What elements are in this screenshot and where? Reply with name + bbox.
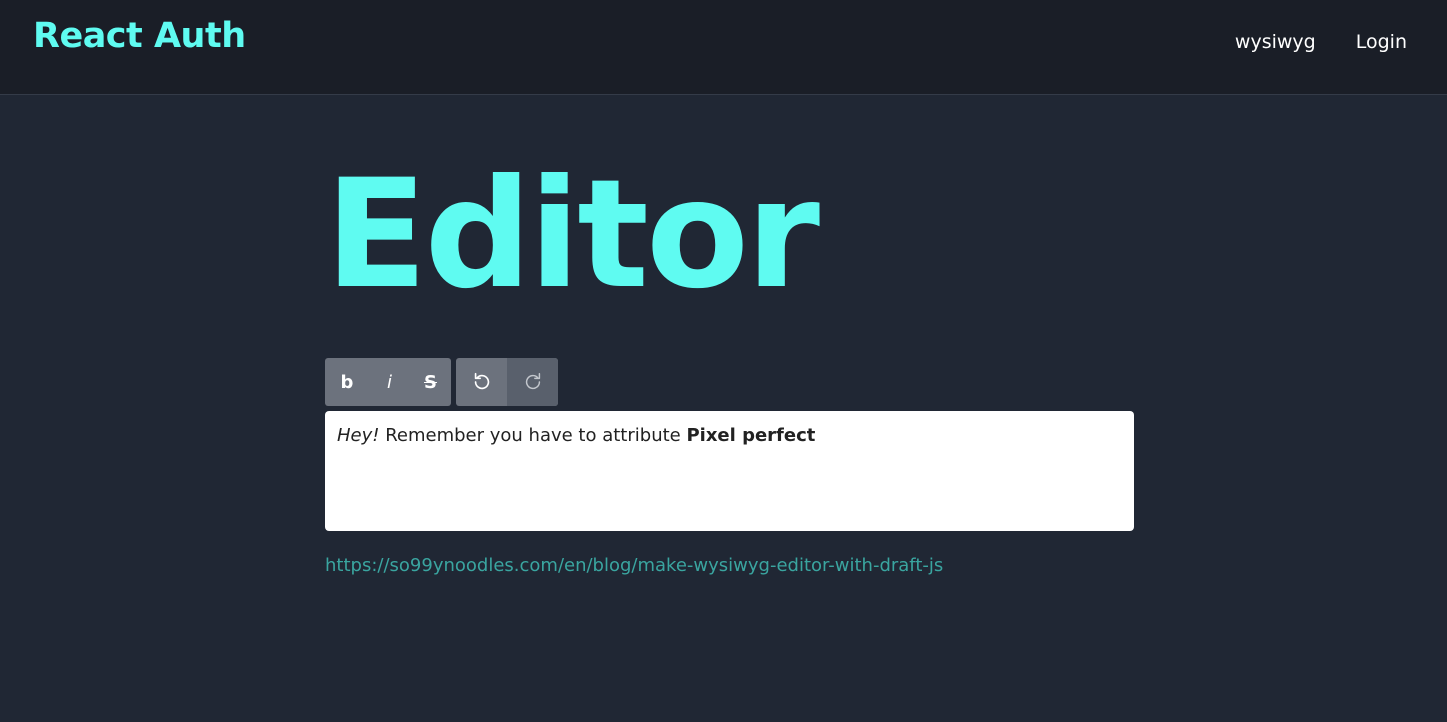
history-button-group [456, 358, 558, 406]
nav-links: wysiwyg Login [1235, 31, 1407, 53]
redo-button[interactable] [507, 358, 558, 406]
strikethrough-icon: S [424, 371, 437, 393]
bold-button[interactable]: b [325, 358, 369, 406]
editor-text-italic: Hey! [337, 425, 380, 446]
italic-icon: i [386, 371, 392, 393]
editor-text-bold: Pixel perfect [686, 425, 816, 446]
brand-logo-link[interactable]: React Auth [33, 16, 246, 56]
bold-icon: b [340, 371, 354, 393]
italic-button[interactable]: i [369, 358, 410, 406]
strikethrough-button[interactable]: S [410, 358, 451, 406]
undo-icon [474, 372, 489, 390]
page-title: Editor [325, 148, 820, 322]
nav-link-wysiwyg[interactable]: wysiwyg [1235, 31, 1316, 53]
editor-toolbar: b i S [325, 358, 558, 406]
nav-link-login[interactable]: Login [1356, 31, 1407, 53]
format-button-group: b i S [325, 358, 451, 406]
navbar: React Auth wysiwyg Login [0, 0, 1447, 95]
rich-text-editor[interactable]: Hey! Remember you have to attribute Pixe… [325, 411, 1134, 531]
source-article-link[interactable]: https://so99ynoodles.com/en/blog/make-wy… [325, 555, 943, 576]
editor-text-normal: Remember you have to attribute [379, 425, 687, 446]
undo-button[interactable] [456, 358, 507, 406]
redo-icon [525, 373, 540, 390]
